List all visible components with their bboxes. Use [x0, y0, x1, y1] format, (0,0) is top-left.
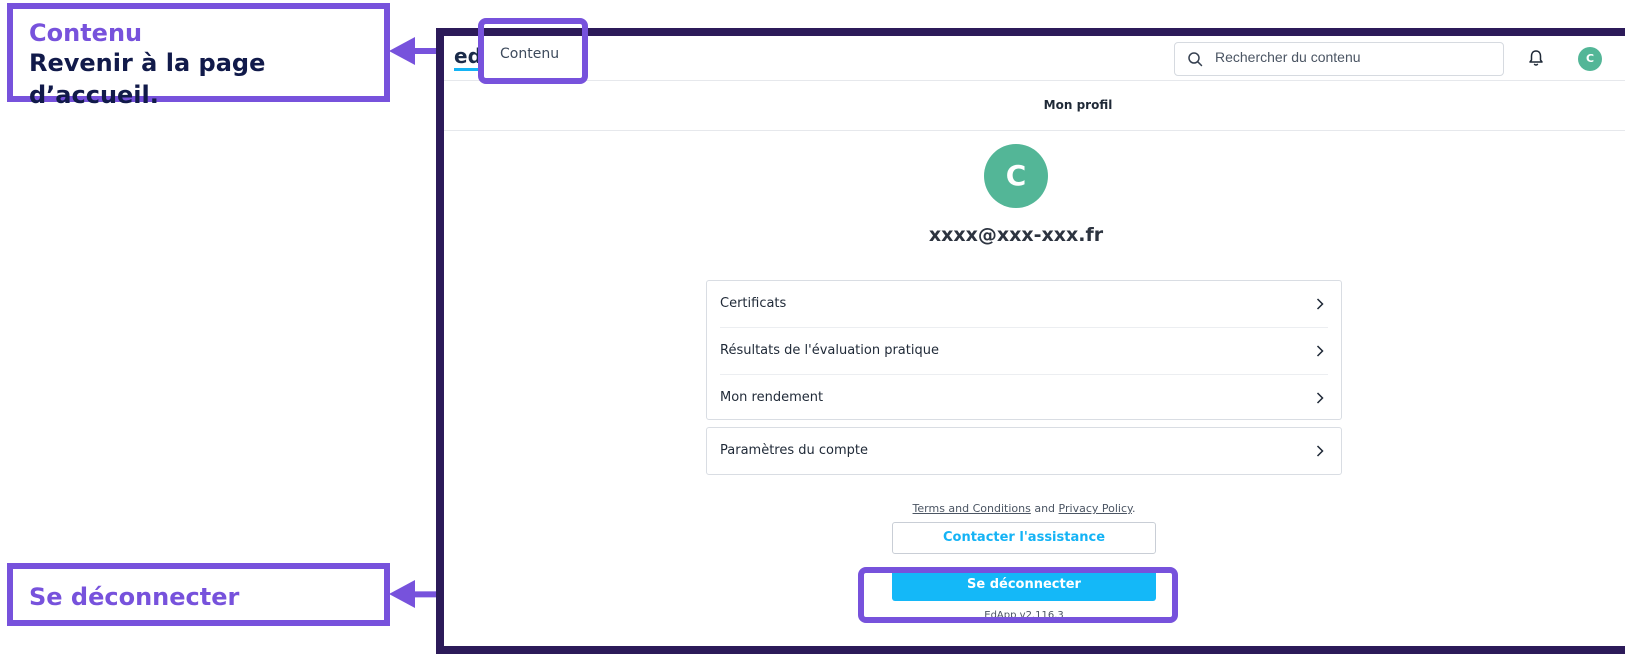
highlight-contenu [478, 18, 588, 84]
logo-underline [454, 68, 478, 71]
search-input[interactable] [1213, 48, 1497, 66]
callout-home: Contenu Revenir à la page d’accueil. [7, 3, 390, 109]
bell-icon[interactable] [1526, 48, 1546, 68]
account-settings-card: Paramètres du compte [706, 427, 1342, 475]
top-bar: ed Contenu C [444, 36, 1625, 81]
arrow-logout-head [389, 580, 415, 608]
highlight-logout [858, 567, 1178, 623]
app-window: ed Contenu C Mon profil C xxxx@xxx-xxx.f… [436, 28, 1625, 654]
menu-item-parametres[interactable]: Paramètres du compte [720, 428, 1328, 474]
callout-logout: Se déconnecter [7, 563, 390, 626]
terms-link[interactable]: Terms and Conditions [913, 502, 1031, 515]
chevron-right-icon [1316, 445, 1324, 457]
privacy-link[interactable]: Privacy Policy [1059, 502, 1132, 515]
legal-period: . [1131, 502, 1136, 515]
profile-menu-card: Certificats Résultats de l'évaluation pr… [706, 280, 1342, 420]
menu-item-certificats[interactable]: Certificats [720, 281, 1328, 328]
menu-item-label: Certificats [720, 296, 787, 311]
legal-and: and [1034, 502, 1056, 515]
profile-email: xxxx@xxx-xxx.fr [928, 224, 1104, 246]
contact-support-button[interactable]: Contacter l'assistance [892, 522, 1156, 554]
search-box[interactable] [1174, 42, 1504, 76]
page-header: Mon profil [444, 81, 1625, 131]
chevron-right-icon [1316, 298, 1324, 310]
page-title: Mon profil [1043, 98, 1113, 112]
menu-item-resultats[interactable]: Résultats de l'évaluation pratique [720, 328, 1328, 375]
menu-item-rendement[interactable]: Mon rendement [720, 375, 1328, 421]
callout-home-title: Contenu [29, 19, 143, 47]
profile-avatar: C [984, 144, 1048, 208]
callout-home-description: Revenir à la page d’accueil. [29, 49, 266, 109]
chevron-right-icon [1316, 392, 1324, 404]
callout-logout-title: Se déconnecter [29, 583, 240, 611]
arrow-home-head [389, 37, 415, 65]
user-avatar[interactable]: C [1578, 47, 1602, 71]
search-icon [1188, 52, 1203, 67]
chevron-right-icon [1316, 345, 1324, 357]
menu-item-label: Paramètres du compte [720, 443, 868, 458]
menu-item-label: Résultats de l'évaluation pratique [720, 343, 939, 358]
menu-item-label: Mon rendement [720, 390, 824, 405]
legal-links: Terms and Conditions and Privacy Policy. [706, 502, 1342, 515]
